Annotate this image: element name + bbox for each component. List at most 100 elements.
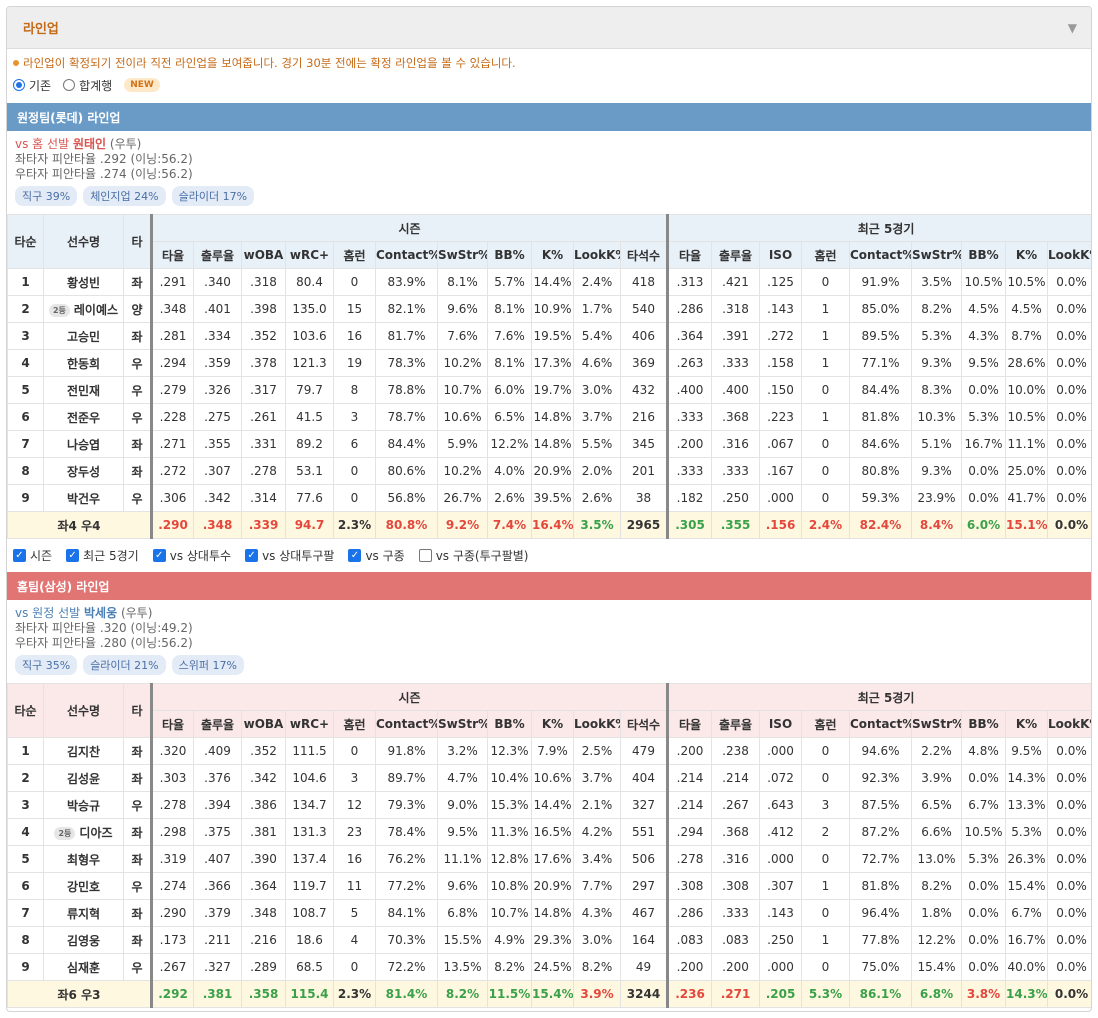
season-col-header[interactable]: Contact% bbox=[375, 241, 438, 269]
season-col-header[interactable]: wOBA bbox=[241, 710, 286, 738]
player-name[interactable]: 2등 디아즈 bbox=[43, 818, 124, 846]
player-name[interactable]: 박건우 bbox=[43, 484, 124, 512]
checkbox-icon[interactable]: ✓ bbox=[348, 549, 362, 562]
column-header-0[interactable]: 타순 bbox=[7, 214, 44, 269]
player-row[interactable]: 9 심재훈 우 .267.327.289 68.5 0 72.2% 13.5% 8.2% 24.5… bbox=[7, 953, 1091, 981]
column-header-2[interactable]: 타 bbox=[123, 214, 152, 269]
season-col-header[interactable]: K% bbox=[531, 241, 574, 269]
recent-col-header[interactable]: Contact% bbox=[849, 710, 912, 738]
player-row[interactable]: 2 2등 레이예스 양 .348.401.398 135.0 15 82.1% 9.6% 8.1%… bbox=[7, 295, 1091, 323]
season-col-header[interactable]: SwStr% bbox=[437, 241, 488, 269]
season-col-header[interactable]: wRC+ bbox=[285, 241, 334, 269]
player-row[interactable]: 1 김지찬 좌 .320.409.352 111.5 0 91.8% 3.2% 12.3% 7.9… bbox=[7, 737, 1091, 765]
checkbox-icon[interactable]: ✓ bbox=[245, 549, 259, 562]
player-name[interactable]: 최형우 bbox=[43, 845, 124, 873]
column-header-1[interactable]: 선수명 bbox=[43, 683, 124, 738]
season-col-header[interactable]: 출루율 bbox=[193, 241, 242, 269]
season-col-header[interactable]: BB% bbox=[487, 241, 532, 269]
season-col-header[interactable]: wRC+ bbox=[285, 710, 334, 738]
checkbox-icon[interactable]: ✓ bbox=[66, 549, 80, 562]
player-row[interactable]: 7 류지혁 좌 .290.379.348 108.7 5 84.1% 6.8% 10.7% 14.… bbox=[7, 899, 1091, 927]
player-name[interactable]: 강민호 bbox=[43, 872, 124, 900]
recent-col-header[interactable]: BB% bbox=[961, 241, 1006, 269]
player-row[interactable]: 8 장두성 좌 .272.307.278 53.1 0 80.6% 10.2% 4.0% 20.9… bbox=[7, 457, 1091, 485]
recent-col-header[interactable]: Contact% bbox=[849, 241, 912, 269]
player-name[interactable]: 류지혁 bbox=[43, 899, 124, 927]
view-mode-default[interactable]: 기존 bbox=[13, 77, 51, 94]
season-col-header[interactable]: 타율 bbox=[150, 710, 194, 738]
player-name[interactable]: 한동희 bbox=[43, 349, 124, 377]
player-name[interactable]: 심재훈 bbox=[43, 953, 124, 981]
player-row[interactable]: 2 김성윤 좌 .303.376.342 104.6 3 89.7% 4.7% 10.4% 10.… bbox=[7, 764, 1091, 792]
player-row[interactable]: 6 전준우 우 .228.275.261 41.5 3 78.7% 10.6% 6.5% 14.8… bbox=[7, 403, 1091, 431]
player-name[interactable]: 전민재 bbox=[43, 376, 124, 404]
view-mode-total-row[interactable]: 합계행 bbox=[63, 77, 112, 94]
season-col-header[interactable]: K% bbox=[531, 710, 574, 738]
recent-col-header[interactable]: 홈런 bbox=[801, 241, 850, 269]
season-col-header[interactable]: 홈런 bbox=[333, 241, 376, 269]
recent-col-header[interactable]: 타율 bbox=[666, 710, 712, 738]
filter-recent5[interactable]: ✓ 최근 5경기 bbox=[66, 547, 139, 564]
away-pitcher-name[interactable]: 원태인 bbox=[73, 137, 106, 151]
filter-season[interactable]: ✓ 시즌 bbox=[13, 547, 52, 564]
player-row[interactable]: 3 고승민 좌 .281.334.352 103.6 16 81.7% 7.6% 7.6% 19.… bbox=[7, 322, 1091, 350]
recent-col-header[interactable]: SwStr% bbox=[911, 241, 962, 269]
recent-col-header[interactable]: BB% bbox=[961, 710, 1006, 738]
player-name[interactable]: 2등 레이예스 bbox=[43, 295, 124, 323]
home-pitcher-name[interactable]: 박세웅 bbox=[84, 606, 117, 620]
checkbox-icon[interactable]: ✓ bbox=[13, 549, 26, 562]
player-row[interactable]: 4 한동희 우 .294.359.378 121.3 19 78.3% 10.2% 8.1% 17… bbox=[7, 349, 1091, 377]
season-col-header[interactable]: 출루율 bbox=[193, 710, 242, 738]
radio-default-icon[interactable] bbox=[13, 79, 25, 91]
recent-col-header[interactable]: 출루율 bbox=[711, 710, 760, 738]
recent-col-header[interactable]: 홈런 bbox=[801, 710, 850, 738]
recent-col-header[interactable]: ISO bbox=[759, 710, 802, 738]
filter-vs-pitch[interactable]: ✓ vs 구종 bbox=[348, 547, 405, 564]
season-col-header[interactable]: BB% bbox=[487, 710, 532, 738]
recent-col-header[interactable]: ISO bbox=[759, 241, 802, 269]
checkbox-icon[interactable]: ✓ bbox=[152, 549, 166, 562]
checkbox-icon[interactable] bbox=[418, 549, 432, 562]
player-name[interactable]: 황성빈 bbox=[43, 268, 124, 296]
recent-col-header[interactable]: K% bbox=[1005, 241, 1048, 269]
filter-vs-pitch-by-arm[interactable]: vs 구종(투구팔별) bbox=[418, 547, 528, 564]
column-header-2[interactable]: 타 bbox=[123, 683, 152, 738]
season-col-header[interactable]: wOBA bbox=[241, 241, 286, 269]
recent-col-header[interactable]: LookK% bbox=[1047, 241, 1091, 269]
recent-col-header[interactable]: SwStr% bbox=[911, 710, 962, 738]
season-col-header[interactable]: 홈런 bbox=[333, 710, 376, 738]
player-row[interactable]: 7 나승엽 좌 .271.355.331 89.2 6 84.4% 5.9% 12.2% 14.8… bbox=[7, 430, 1091, 458]
player-name[interactable]: 장두성 bbox=[43, 457, 124, 485]
filter-vs-arm[interactable]: ✓ vs 상대투구팔 bbox=[245, 547, 334, 564]
player-row[interactable]: 1 황성빈 좌 .291.340.318 80.4 0 83.9% 8.1% 5.7% 14.4%… bbox=[7, 268, 1091, 296]
player-name[interactable]: 김지찬 bbox=[43, 737, 124, 765]
season-col-header[interactable]: SwStr% bbox=[437, 710, 488, 738]
player-row[interactable]: 4 2등 디아즈 좌 .298.375.381 131.3 23 78.4% 9.5% 11.3%… bbox=[7, 818, 1091, 846]
panel-header[interactable]: 라인업 ▼ bbox=[7, 7, 1091, 49]
player-row[interactable]: 5 최형우 좌 .319.407.390 137.4 16 76.2% 11.1% 12.8% 1… bbox=[7, 845, 1091, 873]
radio-total-icon[interactable] bbox=[63, 79, 76, 91]
recent-col-header[interactable]: 출루율 bbox=[711, 241, 760, 269]
player-row[interactable]: 3 박승규 우 .278.394.386 134.7 12 79.3% 9.0% 15.3% 14… bbox=[7, 791, 1091, 819]
season-col-header[interactable]: 타석수 bbox=[620, 710, 668, 738]
player-row[interactable]: 6 강민호 우 .274.366.364 119.7 11 77.2% 9.6% 10.8% 20… bbox=[7, 872, 1091, 900]
season-col-header[interactable]: 타석수 bbox=[620, 241, 668, 269]
season-col-header[interactable]: 타율 bbox=[150, 241, 194, 269]
season-col-header[interactable]: Contact% bbox=[375, 710, 438, 738]
column-header-1[interactable]: 선수명 bbox=[43, 214, 124, 269]
player-name[interactable]: 고승민 bbox=[43, 322, 124, 350]
recent-col-header[interactable]: LookK% bbox=[1047, 710, 1091, 738]
recent-col-header[interactable]: K% bbox=[1005, 710, 1048, 738]
column-header-0[interactable]: 타순 bbox=[7, 683, 44, 738]
player-name[interactable]: 나승엽 bbox=[43, 430, 124, 458]
season-col-header[interactable]: LookK% bbox=[573, 241, 621, 269]
player-row[interactable]: 8 김영웅 좌 .173.211.216 18.6 4 70.3% 15.5% 4.9% 29.3… bbox=[7, 926, 1091, 954]
player-name[interactable]: 김영웅 bbox=[43, 926, 124, 954]
player-row[interactable]: 5 전민재 우 .279.326.317 79.7 8 78.8% 10.7% 6.0% 19.7… bbox=[7, 376, 1091, 404]
season-col-header[interactable]: LookK% bbox=[573, 710, 621, 738]
recent-col-header[interactable]: 타율 bbox=[666, 241, 712, 269]
filter-vs-pitcher[interactable]: ✓ vs 상대투수 bbox=[152, 547, 231, 564]
player-name[interactable]: 박승규 bbox=[43, 791, 124, 819]
collapse-triangle-icon[interactable]: ▼ bbox=[1068, 21, 1077, 35]
player-name[interactable]: 김성윤 bbox=[43, 764, 124, 792]
